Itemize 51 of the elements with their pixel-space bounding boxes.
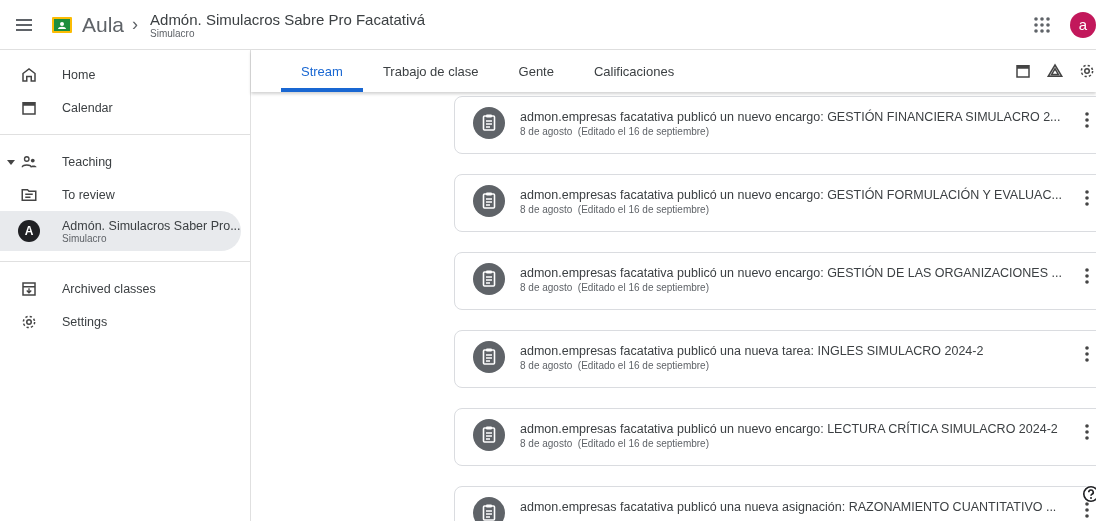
post-date: 8 de agosto (Editado el 16 de septiembre) [520,438,710,449]
stream-post-card[interactable]: admon.empresas facatativa publicó una nueva tarea: INGLES SIMULACRO 2024-2 8 de agosto (Editado el 16 de septiembre) [454,330,1096,388]
sidebar-class-item[interactable]: A Admón. Simulacros Saber Pro... Simulacro [0,211,241,251]
tab[interactable]: Trabajo de clase [362,50,499,92]
stream-post-card[interactable]: admon.empresas facatativa publicó una nueva asignación: RAZONAMIENTO CUANTITATIVO ... [454,486,1096,521]
account-avatar[interactable]: a [1070,11,1096,38]
sidebar-item[interactable]: Archived classes [0,272,241,305]
apps-grid-icon[interactable] [1032,14,1052,35]
breadcrumb-separator: › [132,14,139,35]
expand-caret-icon[interactable] [5,157,17,166]
assignment-icon [473,185,505,217]
calendar-icon[interactable] [1014,62,1032,80]
post-date: 8 de agosto (Editado el 16 de septiembre) [520,282,710,293]
assignment-icon [473,263,505,295]
post-title: admon.empresas facatativa publicó un nuevo encargo: GESTIÓN FORMULACIÓN Y EVALUAC... [520,188,1063,202]
post-title: admon.empresas facatativa publicó un nuevo encargo: LECTURA CRÍTICA SIMULACRO 2024-2 [520,422,1059,436]
class-section: Simulacro [62,232,241,244]
app-name[interactable]: Aula [82,12,125,37]
stream-post-card[interactable]: admon.empresas facatativa publicó un nuevo encargo: GESTIÓN FINANCIERA SIMULACRO 2... 8 de agosto (Editado el 16 de septiembre) [454,96,1096,154]
sidebar-item[interactable]: To review [0,178,241,211]
stream-post-card[interactable]: admon.empresas facatativa publicó un nuevo encargo: GESTIÓN FORMULACIÓN Y EVALUAC... 8 de agosto (Editado el 16 de septiembre) [454,174,1096,232]
tab[interactable]: Gente [498,50,574,92]
help-icon[interactable] [1082,485,1096,503]
tab[interactable]: Stream [281,50,363,92]
post-date: 8 de agosto (Editado el 16 de septiembre) [520,204,710,215]
post-title: admon.empresas facatativa publicó una nueva asignación: RAZONAMIENTO CUANTITATIVO ... [520,500,1058,514]
class-title[interactable]: Admón. Simulacros Sabre Pro Facatativá [150,10,426,28]
sidebar-item[interactable]: Home [0,58,241,91]
class-avatar: A [18,220,40,242]
class-name: Admón. Simulacros Saber Pro... [62,218,241,233]
home-icon [20,65,38,84]
post-title: admon.empresas facatativa publicó un nuevo encargo: GESTIÓN DE LAS ORGANIZACIONES ... [520,266,1063,280]
stream-post-card[interactable]: admon.empresas facatativa publicó un nuevo encargo: LECTURA CRÍTICA SIMULACRO 2024-2 8 de agosto (Editado el 16 de septiembre) [454,408,1096,466]
post-title: admon.empresas facatativa publicó una nueva tarea: INGLES SIMULACRO 2024-2 [520,344,985,358]
tab[interactable]: Calificaciones [573,50,695,92]
post-date: 8 de agosto (Editado el 16 de septiembre) [520,126,710,137]
stream-post-card[interactable]: admon.empresas facatativa publicó un nuevo encargo: GESTIÓN DE LAS ORGANIZACIONES ... 8 de agosto (Editado el 16 de septiembre) [454,252,1096,310]
assignment-icon [473,419,505,451]
class-subtitle: Simulacro [150,27,196,39]
triangle-icon[interactable] [1046,62,1064,80]
assignment-icon [473,341,505,373]
settings-icon[interactable] [1078,62,1096,80]
sidebar-item[interactable]: Calendar [0,91,241,124]
sidebar-section-label[interactable]: Teaching [62,154,113,169]
assignment-icon [473,497,505,521]
classroom-logo-icon [52,16,72,33]
sidebar-item[interactable]: Settings [0,305,241,338]
post-title: admon.empresas facatativa publicó un nuevo encargo: GESTIÓN FINANCIERA SIMULACRO 2... [520,110,1062,124]
archive-icon [20,279,38,298]
assignment-icon [473,107,505,139]
post-date: 8 de agosto (Editado el 16 de septiembre) [520,360,710,371]
